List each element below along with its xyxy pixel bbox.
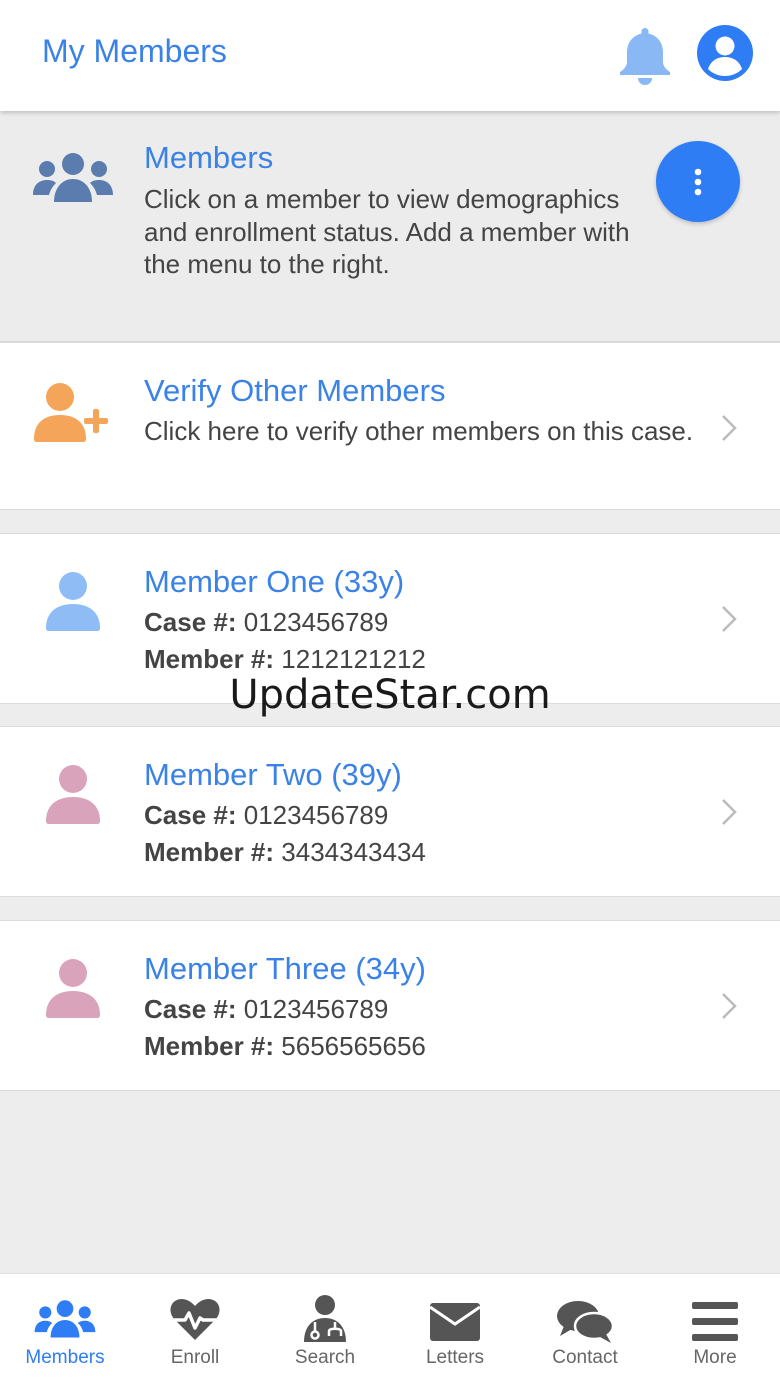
users-icon — [33, 153, 113, 202]
member-number-line: Member #: 3434343434 — [144, 837, 426, 867]
bell-icon[interactable] — [616, 24, 674, 86]
chat-icon — [557, 1301, 614, 1343]
page-title: My Members — [42, 33, 227, 69]
verify-title: Verify Other Members — [144, 373, 446, 408]
member-row[interactable]: Member Three (34y) Case #: 0123456789 Me… — [0, 920, 780, 1091]
bottom-nav: Members Enroll Search Letters Contact Mo… — [0, 1273, 780, 1387]
member-avatar-icon — [46, 765, 100, 824]
nav-letters[interactable]: Letters — [390, 1274, 520, 1387]
add-member-menu-button[interactable] — [656, 141, 740, 222]
member-avatar-icon — [46, 572, 100, 631]
chevron-right-icon — [722, 415, 737, 441]
case-number-line: Case #: 0123456789 — [144, 994, 389, 1024]
nav-more[interactable]: More — [650, 1274, 780, 1387]
chevron-right-icon — [722, 993, 737, 1019]
member-name: Member One (33y) — [144, 564, 405, 599]
nav-search[interactable]: Search — [260, 1274, 390, 1387]
nav-label: Search — [294, 1347, 356, 1368]
members-section-description: Click on a member to view demographics a… — [144, 184, 630, 279]
nav-members[interactable]: Members — [0, 1274, 130, 1387]
nav-label: Enroll — [170, 1347, 220, 1368]
members-section-title: Members — [144, 140, 274, 175]
member-number-line: Member #: 5656565656 — [144, 1031, 426, 1061]
top-bar: My Members — [0, 0, 780, 111]
account-icon[interactable] — [696, 24, 754, 82]
member-number-line: Member #: 1212121212 — [144, 644, 426, 674]
nav-label: Members — [25, 1347, 105, 1368]
nav-contact[interactable]: Contact — [520, 1274, 650, 1387]
nav-enroll[interactable]: Enroll — [130, 1274, 260, 1387]
member-name: Member Three (34y) — [144, 951, 426, 986]
users-icon — [34, 1300, 96, 1338]
member-row[interactable]: Member Two (39y) Case #: 0123456789 Memb… — [0, 726, 780, 897]
case-number-line: Case #: 0123456789 — [144, 607, 389, 637]
case-number-line: Case #: 0123456789 — [144, 800, 389, 830]
envelope-icon — [429, 1303, 481, 1341]
heartbeat-icon — [170, 1298, 220, 1340]
doctor-icon — [304, 1295, 346, 1342]
chevron-right-icon — [722, 606, 737, 632]
verify-description: Click here to verify other members on th… — [144, 416, 694, 446]
member-name: Member Two (39y) — [144, 757, 402, 792]
add-user-icon — [34, 383, 108, 442]
member-avatar-icon — [46, 959, 100, 1018]
menu-icon — [692, 1302, 738, 1341]
kebab-menu-icon — [694, 168, 702, 196]
nav-label: Letters — [425, 1347, 485, 1368]
watermark-text: UpdateStar.com — [229, 672, 551, 718]
nav-label: Contact — [552, 1347, 618, 1368]
chevron-right-icon — [722, 799, 737, 825]
nav-label: More — [693, 1347, 737, 1368]
verify-other-members-row[interactable]: Verify Other Members Click here to verif… — [0, 342, 780, 510]
